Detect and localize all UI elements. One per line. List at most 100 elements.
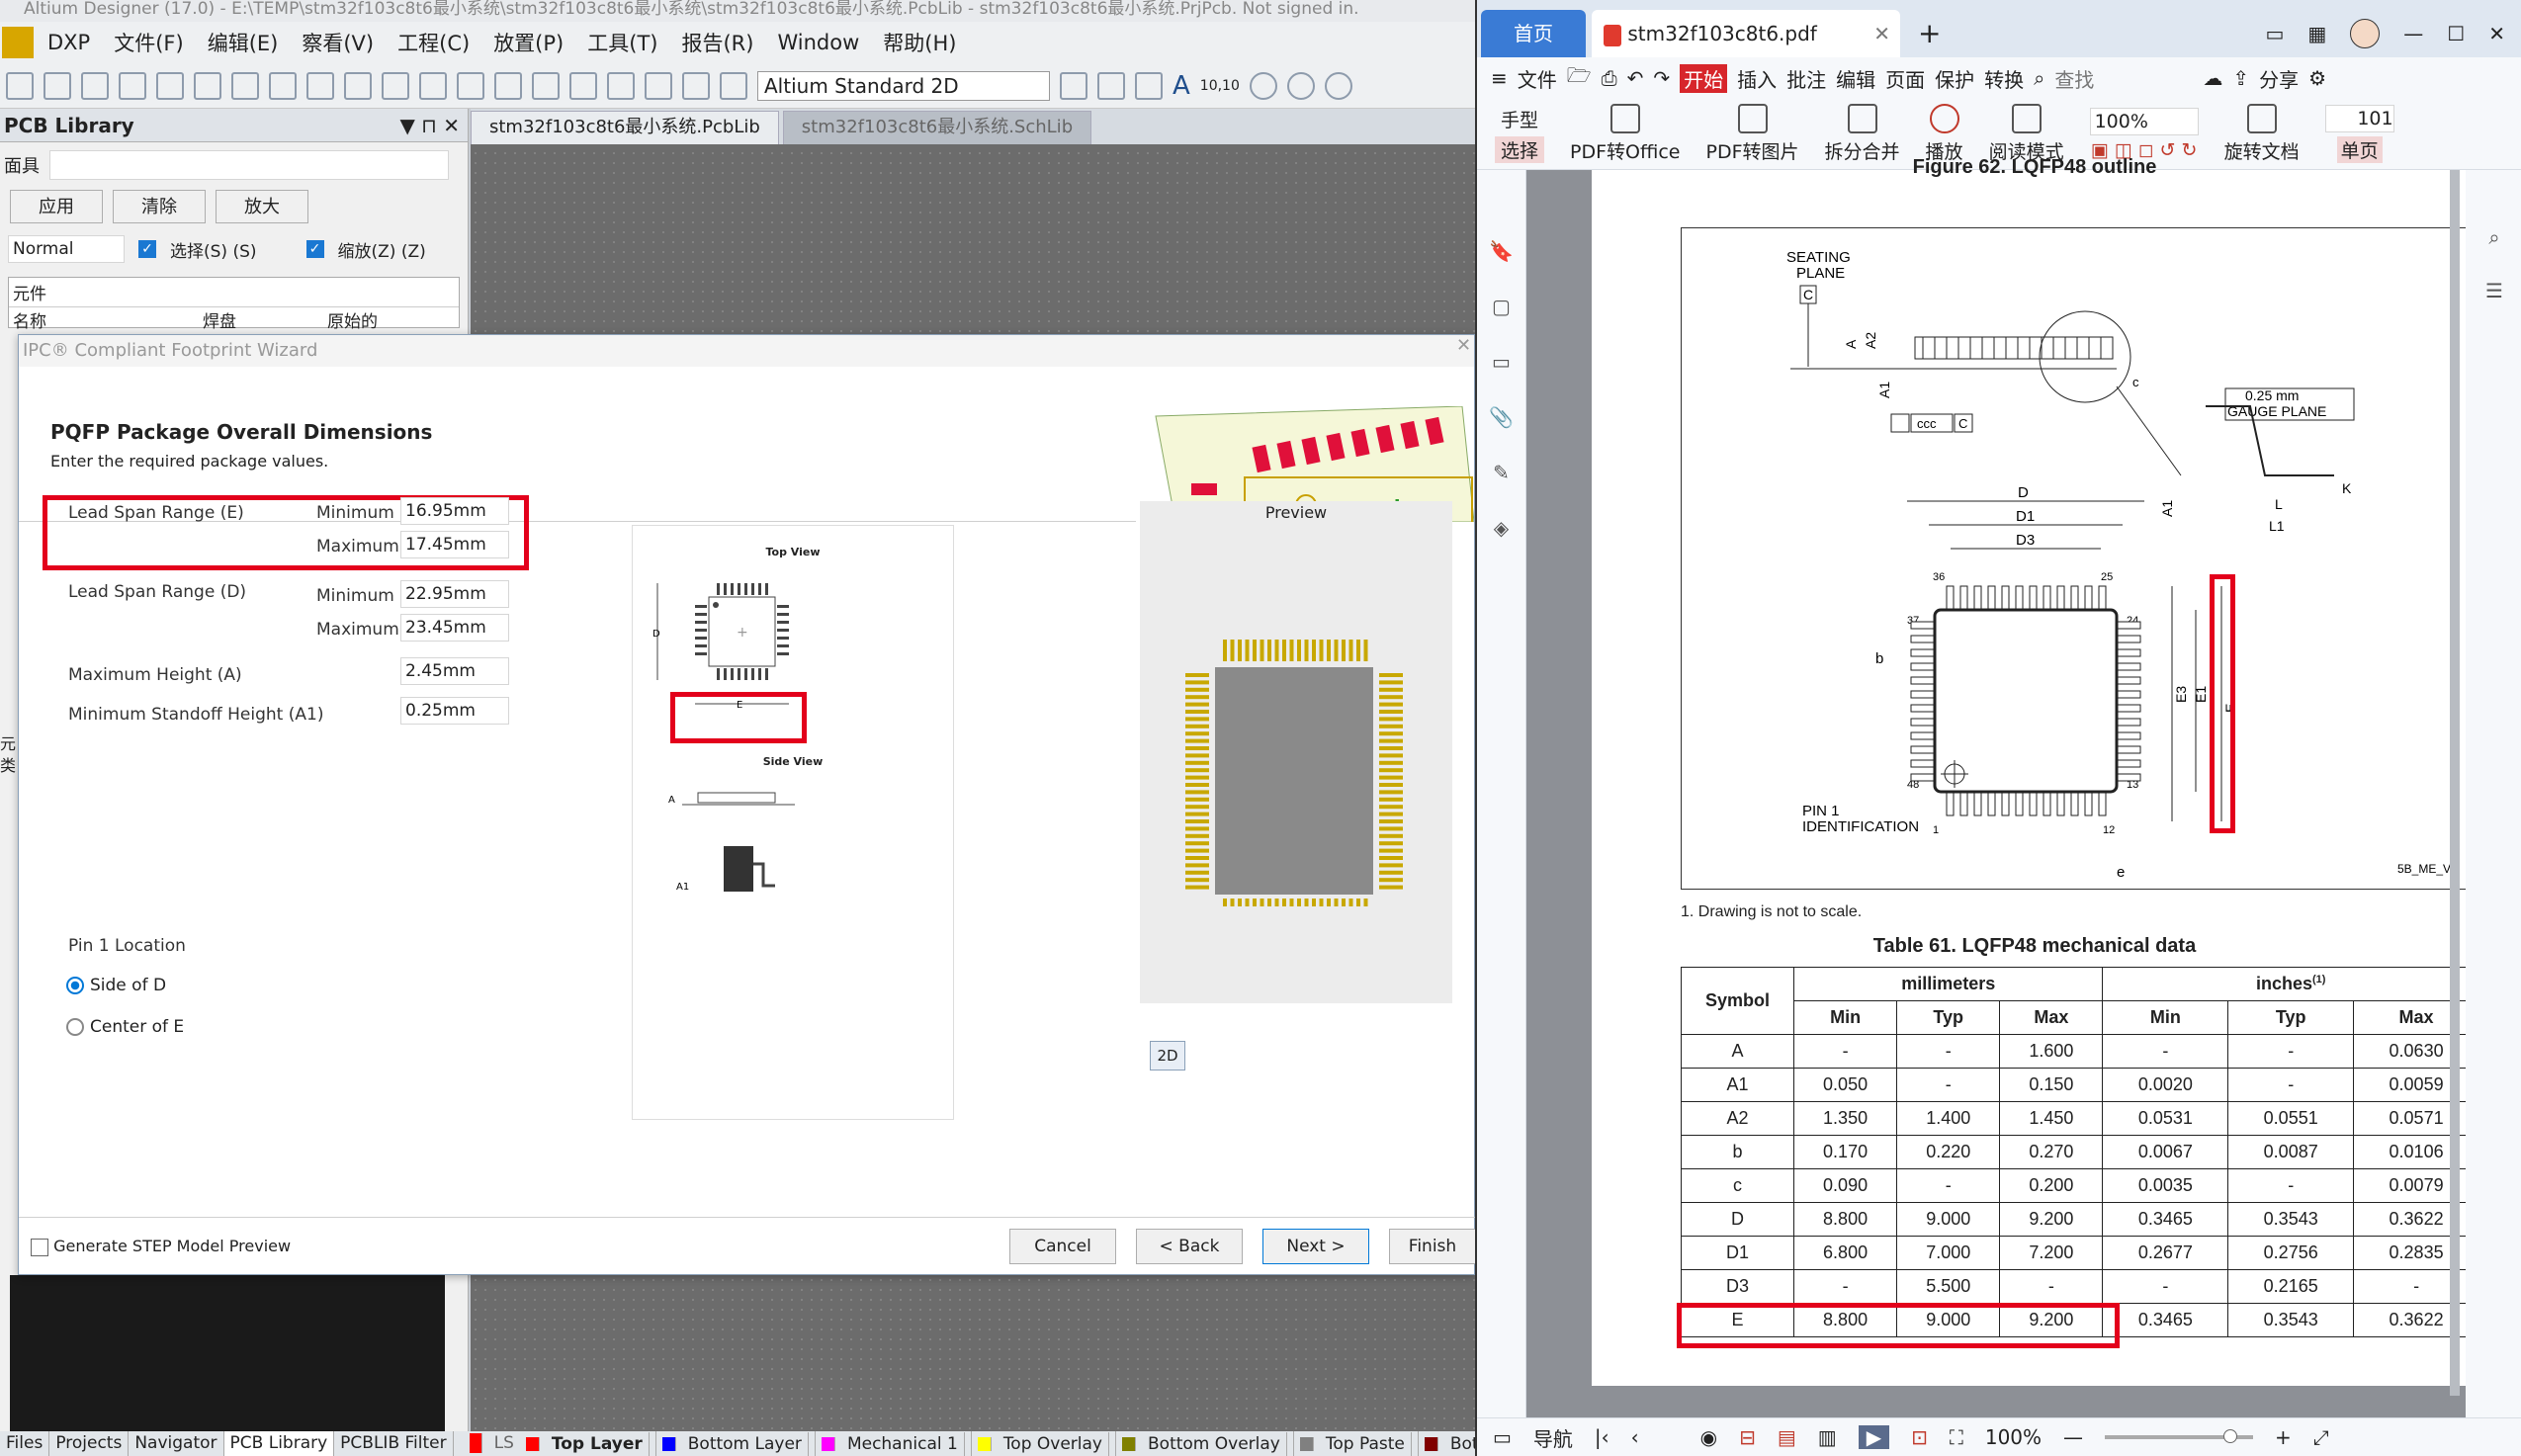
pdf-menu-file[interactable]: 文件 [1518,64,1557,93]
lead-span-d-min-input[interactable]: 22.95mm [400,580,509,608]
pdf-menu-start[interactable]: 开始 [1680,63,1728,93]
print-icon[interactable]: ⎙ [1602,66,1617,90]
menu-place[interactable]: 放置(P) [483,28,573,57]
bottom-tab-pcb-library[interactable]: PCB Library [223,1431,335,1456]
panel-controls-icon[interactable]: ▼ ⊓ ✕ [400,109,460,142]
text-tool-icon[interactable]: A [1173,71,1190,101]
save-icon[interactable] [81,71,109,100]
zoom-slider-handle[interactable] [2223,1429,2238,1443]
pdf-menu-convert[interactable]: 转换 [1984,64,2024,93]
pdf-menu-protect[interactable]: 保护 [1935,64,1974,93]
zoom-fit-icon[interactable] [306,71,334,100]
apply-button[interactable]: 应用 [10,190,103,223]
vertical-scrollbar[interactable] [2450,170,2460,1396]
folder-icon[interactable] [194,71,221,100]
zoom-out-icon[interactable]: — [2063,1425,2083,1449]
menu-tools[interactable]: 工具(T) [577,28,667,57]
grid-icon[interactable] [720,71,747,100]
redo-icon[interactable]: ↷ [1653,66,1670,90]
arc-edge-icon[interactable] [1324,71,1352,100]
side-of-d-radio[interactable] [66,977,84,994]
layer-tab[interactable]: Bottom Paste [1419,1431,1475,1456]
tab-schlib[interactable]: stm32f103c8t6最小系统.SchLib [782,111,1092,144]
open-folder-icon[interactable] [43,71,71,100]
new-file-icon[interactable] [6,71,34,100]
bottom-tab-pcblib-filter[interactable]: PCBLIB Filter [334,1431,454,1456]
step-preview-checkbox[interactable] [31,1238,48,1256]
pin1-option-center-e[interactable]: Center of E [66,1017,184,1037]
layer-tab[interactable]: Top Paste [1294,1431,1419,1456]
layers-icon[interactable]: ◈ [1494,516,1509,540]
print-preview-icon[interactable] [156,71,184,100]
search-icon[interactable]: ⌕ [2034,66,2044,90]
avatar[interactable] [2350,19,2381,48]
fit-icon[interactable]: ⊟ [1739,1425,1756,1449]
cut-icon[interactable] [382,71,409,100]
share-label[interactable]: 分享 [2259,64,2299,93]
sync-icon[interactable]: ☁ [2203,66,2222,90]
next-button[interactable]: Next > [1262,1229,1369,1264]
zoom-out-icon[interactable] [269,71,297,100]
layer-tab[interactable]: Bottom Overlay [1116,1431,1294,1456]
max-height-input[interactable]: 2.45mm [400,657,509,685]
settings-icon[interactable]: ⚙ [2308,66,2326,90]
layer-tab[interactable]: Top Overlay [972,1431,1116,1456]
cross-select-icon[interactable] [607,71,635,100]
bottom-tab-projects[interactable]: Projects [49,1431,130,1456]
arc-center-icon[interactable] [1286,71,1315,100]
arc-icon[interactable] [1249,71,1277,100]
select-area-icon[interactable] [532,71,560,100]
cancel-button[interactable]: Cancel [1009,1229,1116,1264]
prev-page-icon[interactable]: ‹ [1631,1425,1639,1449]
lead-span-e-min-input[interactable]: 16.95mm [400,497,509,525]
menu-edit[interactable]: 编辑(E) [198,28,289,57]
pdf-viewport[interactable]: Figure 62. LQFP48 outline SEATING PLANE … [1526,156,2479,1417]
pdf-menu-insert[interactable]: 插入 [1737,64,1777,93]
zoom-checkbox[interactable]: ✓ [305,240,324,258]
bottom-tab-navigator[interactable]: Navigator [129,1431,224,1456]
reading-mode-tool[interactable]: 阅读模式 [1989,104,2064,164]
redo-icon[interactable] [682,71,710,100]
rubber-stamp-icon[interactable] [494,71,522,100]
layout-icon[interactable]: ▭ [2265,10,2284,57]
menu-project[interactable]: 工程(C) [388,28,479,57]
lead-span-d-max-input[interactable]: 23.45mm [400,614,509,642]
page-number-input[interactable]: 101 [2324,105,2394,132]
close-icon[interactable]: ✕ [2488,10,2505,57]
zoom-in-icon[interactable] [231,71,259,100]
single-page-icon[interactable]: ▤ [1778,1425,1796,1449]
eye-icon[interactable]: ◉ [1700,1425,1717,1449]
pdf-menu-annotate[interactable]: 批注 [1786,64,1826,93]
hand-tool[interactable]: 手型 选择 [1495,106,1545,163]
pdf-menu-page[interactable]: 页面 [1885,64,1925,93]
comment-icon[interactable]: ▭ [1492,350,1511,374]
min-standoff-input[interactable]: 0.25mm [400,697,509,725]
hamburger-icon[interactable]: ≡ [1491,66,1508,90]
view-mode-select[interactable]: Altium Standard 2D [757,70,1050,101]
search-label[interactable]: 查找 [2054,64,2094,93]
undo-icon[interactable] [645,71,672,100]
back-button[interactable]: < Back [1136,1229,1243,1264]
actual-size-icon[interactable]: ⊡ [1911,1425,1928,1449]
undo-icon[interactable]: ↶ [1627,66,1644,90]
menu-file[interactable]: 文件(F) [104,28,193,57]
pdf-menu-edit[interactable]: 编辑 [1836,64,1875,93]
magnify-button[interactable]: 放大 [216,190,308,223]
menu-dxp[interactable]: DXP [38,31,100,54]
play-tool[interactable]: 播放 [1926,104,1963,164]
signature-icon[interactable]: ✎ [1493,461,1510,484]
select-tool-label[interactable]: 选择 [1495,135,1545,163]
preview-2d-button[interactable]: 2D [1150,1041,1185,1071]
menu-reports[interactable]: 报告(R) [671,28,763,57]
move-icon[interactable] [569,71,597,100]
maximize-icon[interactable]: ☐ [2447,10,2465,57]
attachment-icon[interactable]: 📎 [1489,405,1514,429]
copy-icon[interactable] [419,71,447,100]
pdf-home-tab[interactable]: 首页 [1481,10,1586,57]
zoom-control[interactable]: 100% ▣ ◫ ◻ ↺ ↻ [2089,107,2199,161]
zoom-select[interactable]: 100% [2089,107,2199,135]
pdf-to-image-tool[interactable]: PDF转图片 [1706,104,1799,164]
clear-button[interactable]: 清除 [113,190,206,223]
wizard-close-icon[interactable]: ✕ [1456,335,1471,356]
step-preview-option[interactable]: Generate STEP Model Preview [31,1237,291,1256]
